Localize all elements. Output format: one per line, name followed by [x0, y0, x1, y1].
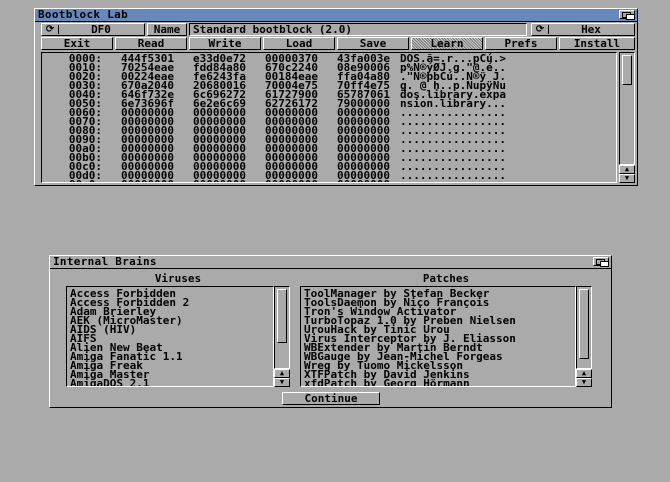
save-button[interactable]: Save	[337, 37, 409, 50]
list-item[interactable]: AmigaDOS 2.1	[70, 378, 273, 386]
viruses-header: Viruses	[154, 272, 202, 285]
hex-scroll-knob[interactable]	[622, 55, 632, 85]
arrow-up-icon[interactable]: ▲	[274, 369, 290, 378]
arrow-down-icon[interactable]: ▼	[274, 378, 290, 387]
patches-scroll-knob[interactable]	[579, 289, 589, 359]
name-field[interactable]: Standard bootblock (2.0)	[189, 23, 527, 36]
mode-cycle-button[interactable]: ⟳ Hex	[531, 23, 635, 36]
arrow-up-icon[interactable]: ▲	[576, 369, 592, 378]
name-button[interactable]: Name	[147, 23, 187, 36]
patches-scrollbar[interactable]	[576, 286, 592, 369]
mode-value: Hex	[581, 23, 601, 36]
hex-ascii[interactable]: ................	[400, 179, 530, 182]
viruses-list[interactable]: Access Forbidden Access Forbidden 2 Adam B…	[66, 286, 274, 387]
window-title: Bootblock Lab	[38, 8, 128, 21]
hex-word[interactable]: 00000000	[102, 179, 174, 182]
hex-word[interactable]: 00000000	[318, 179, 390, 182]
continue-button[interactable]: Continue	[282, 392, 380, 405]
hex-word[interactable]: 00000000	[246, 179, 318, 182]
exit-button[interactable]: Exit	[41, 37, 113, 50]
arrow-down-icon[interactable]: ▼	[619, 174, 635, 183]
install-button[interactable]: Install	[559, 37, 635, 50]
hex-offset: 00e0:	[42, 179, 102, 182]
depth-gadget-icon[interactable]	[619, 10, 635, 20]
arrow-down-icon[interactable]: ▼	[576, 378, 592, 387]
patches-header: Patches	[422, 272, 470, 285]
drive-value: DF0	[91, 23, 111, 36]
hex-word[interactable]: 00000000	[174, 179, 246, 182]
window-title: Internal Brains	[53, 255, 157, 268]
read-button[interactable]: Read	[115, 37, 187, 50]
cycle-icon: ⟳	[535, 24, 545, 35]
hex-scrollbar[interactable]	[619, 52, 635, 165]
prefs-button[interactable]: Prefs	[485, 37, 557, 50]
load-button[interactable]: Load	[263, 37, 335, 50]
bootblock-lab-window: Bootblock Lab ⟳ DF0 Name Standard bootbl…	[34, 8, 638, 186]
title-bar[interactable]: Bootblock Lab	[35, 8, 637, 22]
write-button[interactable]: Write	[189, 37, 261, 50]
viruses-scrollbar[interactable]	[274, 286, 290, 369]
cycle-icon: ⟳	[45, 24, 55, 35]
patches-list[interactable]: ToolManager by Stefan Becker ToolsDaemon …	[300, 286, 576, 387]
internal-brains-window: Internal Brains Viruses Patches Access F…	[49, 255, 612, 408]
learn-button[interactable]: Learn	[411, 37, 483, 50]
arrow-up-icon[interactable]: ▲	[619, 165, 635, 174]
hex-row[interactable]: 00e0:00000000000000000000000000000000...…	[42, 179, 616, 182]
hex-dump-view[interactable]: 0000: 444f5301 e33d0e72 00000370 43fa003e DOS…	[41, 52, 617, 183]
depth-gadget-icon[interactable]	[593, 257, 609, 267]
viruses-scroll-knob[interactable]	[277, 289, 287, 343]
title-bar[interactable]: Internal Brains	[50, 255, 611, 269]
drive-cycle-button[interactable]: ⟳ DF0	[41, 23, 145, 36]
